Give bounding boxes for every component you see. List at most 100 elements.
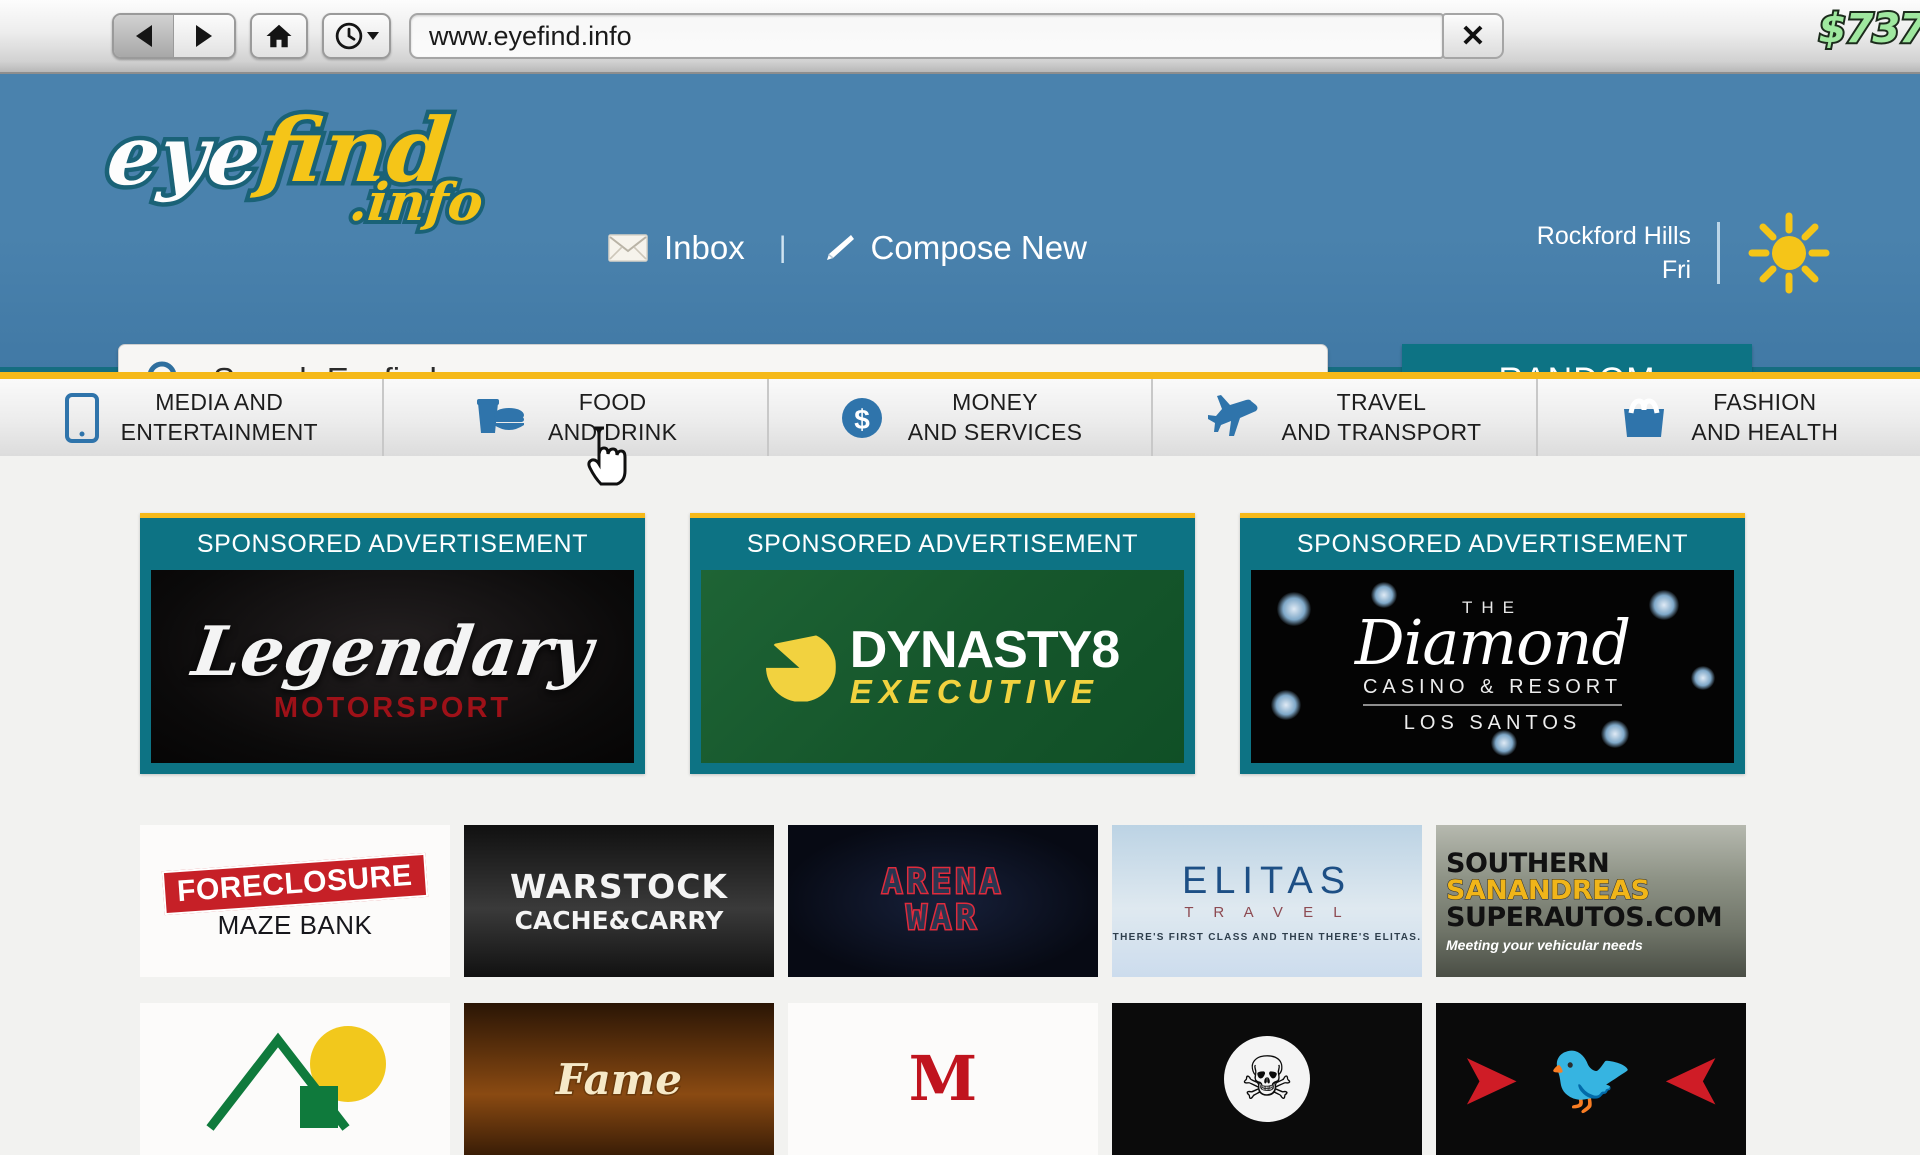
ad-header-label: SPONSORED ADVERTISEMENT bbox=[746, 529, 1139, 558]
ad-subtitle: CASINO & RESORT bbox=[1362, 676, 1623, 706]
envelope-icon bbox=[608, 234, 648, 262]
category-label: FASHION AND HEALTH bbox=[1691, 388, 1838, 447]
tile-fame-or-shame[interactable]: Fame bbox=[464, 1003, 774, 1155]
triangle-left-icon bbox=[135, 25, 152, 47]
site-tiles-row-1: FORECLOSURE MAZE BANK WARSTOCK CACHE&CAR… bbox=[140, 825, 1746, 977]
dynasty8-mark-icon bbox=[765, 631, 836, 702]
food-drink-icon bbox=[477, 398, 524, 433]
tile-line1: ARENA bbox=[880, 862, 1005, 903]
logo-part-info: .info bbox=[343, 168, 490, 237]
inbox-link[interactable]: Inbox bbox=[608, 229, 745, 267]
eyefind-logo[interactable]: eye find .info bbox=[98, 94, 489, 238]
tile-elitas-travel[interactable]: ELITAS T R A V E L THERE'S FIRST CLASS A… bbox=[1112, 825, 1422, 977]
ad-header-label: SPONSORED ADVERTISEMENT bbox=[1296, 529, 1689, 558]
compose-new-label: Compose New bbox=[870, 229, 1087, 266]
tile-line2: CACHE&CARRY bbox=[514, 906, 724, 935]
sun-icon bbox=[1748, 212, 1830, 294]
tile-arena-war[interactable]: ARENA WAR bbox=[788, 825, 1098, 977]
tile-line1: WARSTOCK bbox=[510, 867, 728, 906]
eagle-icon: 🐦 bbox=[1547, 1039, 1635, 1117]
ad-subtitle: EXECUTIVE bbox=[849, 672, 1100, 710]
diamond-sparkle-icon bbox=[1277, 592, 1311, 626]
dollar-coin-icon: $ bbox=[841, 397, 882, 438]
weather-widget[interactable]: Rockford Hills Fri bbox=[1537, 210, 1832, 296]
house-icon bbox=[206, 1026, 386, 1131]
phone-icon bbox=[64, 392, 99, 443]
tile-stamp: FORECLOSURE bbox=[162, 852, 428, 915]
tile-label: Fame bbox=[555, 1053, 684, 1105]
ad-city: LOS SANTOS bbox=[1403, 712, 1582, 734]
compose-new-link[interactable]: Compose New bbox=[821, 229, 1087, 267]
pencil-icon bbox=[826, 235, 854, 260]
money-hud: $737 bbox=[1817, 4, 1920, 54]
category-line2: AND HEALTH bbox=[1691, 418, 1839, 445]
history-button[interactable] bbox=[322, 13, 391, 59]
diamond-sparkle-icon bbox=[1601, 720, 1629, 748]
lightning-bolt-icon: ➤ bbox=[1462, 1041, 1518, 1116]
category-line1: TRAVEL bbox=[1336, 389, 1427, 416]
tile-line3: SUPERAUTOS.COM bbox=[1446, 901, 1723, 933]
weather-text: Rockford Hills Fri bbox=[1537, 219, 1691, 288]
tile-line2: WAR bbox=[905, 898, 980, 938]
ad-image: DYNASTY8 EXECUTIVE bbox=[701, 570, 1184, 763]
airplane-icon bbox=[1208, 394, 1258, 436]
tile-skull-brand[interactable]: ☠ bbox=[1112, 1003, 1422, 1155]
ad-subtitle: MOTORSPORT bbox=[273, 692, 512, 724]
tile-subtitle: T R A V E L bbox=[1184, 903, 1350, 921]
ad-legendary-motorsport[interactable]: SPONSORED ADVERTISEMENT Legendary MOTORS… bbox=[140, 513, 645, 774]
category-nav: MEDIA AND ENTERTAINMENT FOOD AND DRINK $… bbox=[0, 372, 1920, 456]
address-bar[interactable]: www.eyefind.info bbox=[409, 13, 1444, 59]
diamond-sparkle-icon bbox=[1649, 590, 1679, 620]
weather-divider bbox=[1717, 222, 1720, 284]
browser-toolbar: www.eyefind.info ✕ $737 bbox=[0, 0, 1920, 74]
home-icon bbox=[266, 24, 292, 48]
skull-icon: ☠ bbox=[1224, 1036, 1310, 1122]
url-text: www.eyefind.info bbox=[429, 20, 632, 51]
category-line1: FASHION bbox=[1713, 389, 1817, 416]
triangle-right-icon bbox=[196, 25, 212, 47]
tile-warstock-cache-and-carry[interactable]: WARSTOCK CACHE&CARRY bbox=[464, 825, 774, 977]
ad-dynasty8-executive[interactable]: SPONSORED ADVERTISEMENT DYNASTY8 EXECUTI… bbox=[690, 513, 1195, 774]
forward-button[interactable] bbox=[174, 15, 234, 57]
nav-button-group bbox=[112, 13, 236, 59]
chevron-down-icon bbox=[367, 32, 379, 40]
header-links: Inbox | Compose New bbox=[608, 229, 1087, 267]
category-line2: AND SERVICES bbox=[907, 418, 1083, 445]
ad-text-block: DYNASTY8 EXECUTIVE bbox=[849, 621, 1120, 710]
site-header: eye find .info Inbox | Compose New Rockf… bbox=[0, 74, 1920, 416]
tile-eagle-brand[interactable]: ➤ 🐦 ➤ bbox=[1436, 1003, 1746, 1155]
diamond-sparkle-icon bbox=[1491, 730, 1517, 756]
header-separator: | bbox=[778, 231, 787, 264]
close-icon[interactable]: ✕ bbox=[1442, 13, 1504, 59]
category-line1: MEDIA AND bbox=[155, 389, 284, 416]
tile-label: M bbox=[908, 1042, 978, 1116]
tile-maze-bank[interactable]: FORECLOSURE MAZE BANK bbox=[140, 825, 450, 977]
category-food-and-drink[interactable]: FOOD AND DRINK bbox=[384, 379, 769, 456]
logo-part-eye: eye bbox=[98, 104, 269, 209]
category-money-and-services[interactable]: $ MONEY AND SERVICES bbox=[769, 379, 1154, 456]
weather-day: Fri bbox=[1661, 256, 1691, 284]
home-button[interactable] bbox=[250, 13, 308, 59]
tile-dynasty8-realestate[interactable] bbox=[140, 1003, 450, 1155]
category-travel-and-transport[interactable]: TRAVEL AND TRANSPORT bbox=[1153, 379, 1538, 456]
tile-maze-bank-logo[interactable]: M bbox=[788, 1003, 1098, 1155]
shopping-bag-icon bbox=[1624, 397, 1665, 437]
mouse-cursor-pointer bbox=[587, 426, 627, 486]
ad-title: DYNASTY8 bbox=[849, 621, 1120, 680]
tile-tagline: Meeting your vehicular needs bbox=[1446, 936, 1643, 953]
tile-line1: SOUTHERN bbox=[1446, 847, 1610, 879]
ad-diamond-casino-resort[interactable]: SPONSORED ADVERTISEMENT THE Diamond CASI… bbox=[1240, 513, 1745, 774]
ad-image: THE Diamond CASINO & RESORT LOS SANTOS bbox=[1251, 570, 1734, 763]
sponsored-ads-row: SPONSORED ADVERTISEMENT Legendary MOTORS… bbox=[140, 513, 1745, 774]
diamond-sparkle-icon bbox=[1371, 582, 1397, 608]
tile-southern-san-andreas-superautos[interactable]: SOUTHERN SANANDREAS SUPERAUTOS.COM Meeti… bbox=[1436, 825, 1746, 977]
back-button[interactable] bbox=[114, 15, 174, 57]
category-label: TRAVEL AND TRANSPORT bbox=[1281, 388, 1481, 447]
category-media-and-entertainment[interactable]: MEDIA AND ENTERTAINMENT bbox=[0, 379, 385, 456]
category-line2: AND TRANSPORT bbox=[1281, 418, 1482, 445]
category-fashion-and-health[interactable]: FASHION AND HEALTH bbox=[1538, 379, 1920, 456]
tile-line2: SANANDREAS bbox=[1445, 874, 1650, 906]
category-line1: FOOD bbox=[578, 389, 647, 416]
site-tiles-row-2: Fame M ☠ ➤ 🐦 ➤ bbox=[140, 1003, 1746, 1155]
category-label: MEDIA AND ENTERTAINMENT bbox=[121, 388, 318, 447]
